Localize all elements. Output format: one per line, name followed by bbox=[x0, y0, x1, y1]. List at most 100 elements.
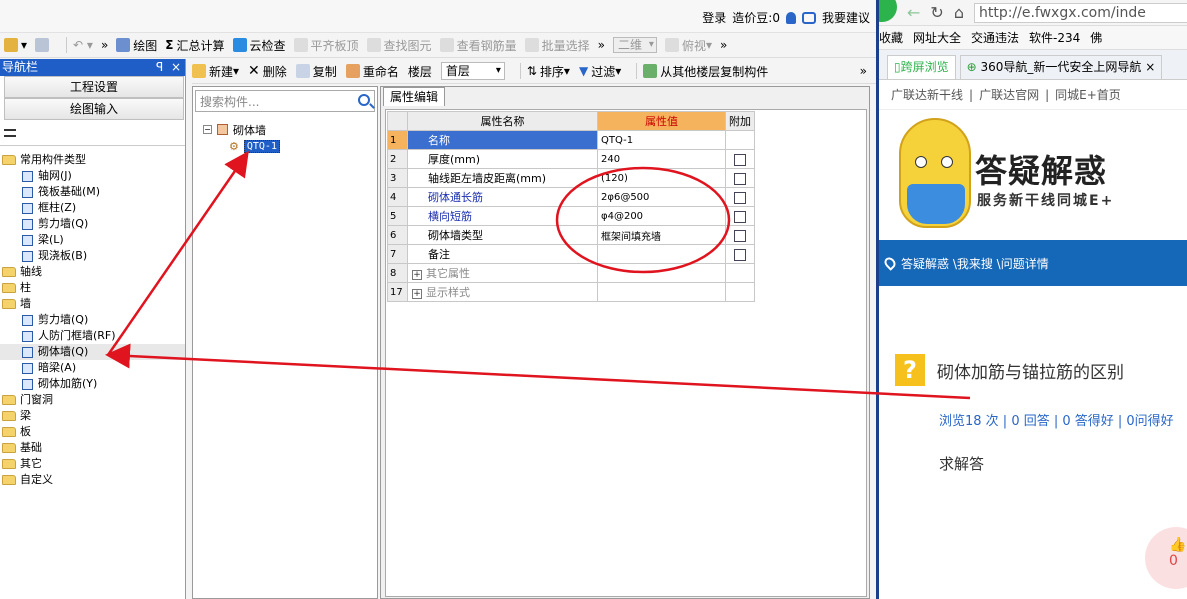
view-mode-select[interactable]: 二维 bbox=[612, 37, 657, 53]
favorite-link[interactable]: 软件-234 bbox=[1029, 29, 1080, 46]
back-icon[interactable]: ← bbox=[907, 3, 920, 22]
like-button[interactable]: 👍 0 bbox=[1145, 527, 1187, 589]
address-input[interactable]: http://e.fwxgx.com/inde bbox=[973, 2, 1187, 23]
view-angle-select[interactable]: 俯视 ▾ bbox=[664, 37, 712, 54]
tree-item[interactable]: 砌体加筋(Y) bbox=[0, 376, 185, 392]
property-row[interactable]: 5 横向短筋 φ4@200 bbox=[387, 206, 755, 226]
component-item-row[interactable]: ⚙ QTQ-1 bbox=[203, 138, 377, 155]
tree-folder[interactable]: 墙 bbox=[0, 296, 185, 312]
tree-folder[interactable]: 门窗洞 bbox=[0, 392, 185, 408]
sort-button[interactable]: ⇅ 排序 ▾ bbox=[527, 63, 570, 80]
link-gld-official[interactable]: 广联达官网 bbox=[979, 86, 1039, 103]
property-value[interactable]: 框架间填充墙 bbox=[597, 225, 726, 245]
property-row[interactable]: 3 轴线距左墙皮距离(mm) (120) bbox=[387, 168, 755, 188]
tree-folder[interactable]: 自定义 bbox=[0, 472, 185, 488]
close-icon[interactable]: × bbox=[171, 60, 181, 74]
tree-folder[interactable]: 柱 bbox=[0, 280, 185, 296]
property-row[interactable]: 6 砌体墙类型 框架间填充墙 bbox=[387, 225, 755, 245]
tree-item[interactable]: 砌体墙(Q) bbox=[0, 344, 185, 360]
tree-folder[interactable]: 常用构件类型 bbox=[0, 152, 185, 168]
property-row[interactable]: 7 备注 bbox=[387, 244, 755, 264]
tab-close-icon[interactable]: × bbox=[1145, 60, 1155, 74]
expand-icon[interactable]: + bbox=[412, 270, 422, 280]
property-value[interactable] bbox=[597, 263, 726, 283]
undo-button[interactable]: ↶ ▾ bbox=[73, 38, 93, 52]
tree-item[interactable]: 暗梁(A) bbox=[0, 360, 185, 376]
floor-select[interactable]: 首层 bbox=[440, 62, 505, 80]
tab-360-nav[interactable]: ⊕ 360导航_新一代安全上网导航 × bbox=[959, 55, 1163, 79]
property-value[interactable]: (120) bbox=[597, 168, 726, 188]
property-value[interactable]: QTQ-1 bbox=[597, 130, 726, 150]
favorite-link[interactable]: 网址大全 bbox=[913, 29, 961, 46]
find-element-button[interactable]: 查找图元 bbox=[366, 37, 432, 54]
pin-icon[interactable]: ꟼ bbox=[156, 60, 163, 74]
open-button[interactable]: ▾ bbox=[4, 38, 27, 52]
delete-button[interactable]: ✕ 删除 bbox=[248, 63, 287, 80]
property-value[interactable] bbox=[597, 282, 726, 302]
new-button[interactable]: 新建 ▾ bbox=[192, 63, 239, 80]
drawing-input-button[interactable]: 绘图输入 bbox=[4, 98, 184, 120]
property-value[interactable]: φ4@200 bbox=[597, 206, 726, 226]
draw-button[interactable]: 绘图 bbox=[116, 37, 157, 54]
collapse-all-icon[interactable] bbox=[4, 129, 16, 137]
property-value[interactable] bbox=[597, 244, 726, 264]
append-checkbox[interactable] bbox=[734, 248, 746, 261]
expand-icon[interactable]: + bbox=[412, 289, 422, 299]
filter-button[interactable]: ▼ 过滤 ▾ bbox=[579, 63, 621, 80]
project-settings-button[interactable]: 工程设置 bbox=[4, 76, 184, 98]
copy-from-floor-button[interactable]: 从其他楼层复制构件 bbox=[643, 63, 768, 80]
refresh-icon[interactable]: ↻ bbox=[930, 3, 943, 22]
breadcrumb-text[interactable]: 答疑解惑 \我来搜 \问题详情 bbox=[901, 255, 1049, 272]
cloud-check-button[interactable]: 云检查 bbox=[232, 37, 286, 54]
property-row[interactable]: 2 厚度(mm) 240 bbox=[387, 149, 755, 169]
batch-select-button[interactable]: 批量选择 bbox=[524, 37, 590, 54]
copy-button[interactable]: 复制 bbox=[295, 63, 337, 80]
component-group-row[interactable]: − 砌体墙 bbox=[203, 121, 377, 138]
append-checkbox[interactable] bbox=[734, 229, 746, 242]
favorite-link[interactable]: 佛 bbox=[1090, 29, 1102, 46]
tree-item[interactable]: 轴网(J) bbox=[0, 168, 185, 184]
tab-property-edit[interactable]: 属性编辑 bbox=[383, 87, 446, 106]
property-row[interactable]: 8 + 其它属性 bbox=[387, 263, 755, 283]
tree-item[interactable]: 梁(L) bbox=[0, 232, 185, 248]
tree-folder[interactable]: 其它 bbox=[0, 456, 185, 472]
toolbar-overflow-mid[interactable]: » bbox=[598, 38, 605, 52]
home-icon[interactable]: ⌂ bbox=[954, 3, 964, 22]
link-tongcheng[interactable]: 同城E+首页 bbox=[1055, 86, 1121, 103]
tree-folder[interactable]: 基础 bbox=[0, 440, 185, 456]
append-checkbox[interactable] bbox=[734, 153, 746, 166]
favorite-link[interactable]: 收藏 bbox=[879, 29, 903, 46]
favorite-link[interactable]: 交通违法 bbox=[971, 29, 1019, 46]
tree-folder[interactable]: 梁 bbox=[0, 408, 185, 424]
summary-button[interactable]: Σ 汇总计算 bbox=[165, 37, 224, 54]
tab-cross-screen[interactable]: ▯跨屏浏览 bbox=[887, 55, 956, 79]
bell-icon[interactable] bbox=[785, 11, 796, 24]
property-row[interactable]: 17 + 显示样式 bbox=[387, 282, 755, 302]
property-value[interactable]: 2φ6@500 bbox=[597, 187, 726, 207]
suggest-link[interactable]: 我要建议 bbox=[822, 9, 870, 26]
tree-item[interactable]: 剪力墙(Q) bbox=[0, 216, 185, 232]
link-gld-xgx[interactable]: 广联达新干线 bbox=[891, 86, 963, 103]
tree-item[interactable]: 人防门框墙(RF) bbox=[0, 328, 185, 344]
tree-folder[interactable]: 轴线 bbox=[0, 264, 185, 280]
collapse-icon[interactable]: − bbox=[203, 125, 212, 134]
append-checkbox[interactable] bbox=[734, 191, 746, 204]
search-icon[interactable] bbox=[358, 94, 370, 106]
property-row[interactable]: 1 名称 QTQ-1 bbox=[387, 130, 755, 150]
tree-folder[interactable]: 板 bbox=[0, 424, 185, 440]
tree-item[interactable]: 筏板基础(M) bbox=[0, 184, 185, 200]
flat-top-button[interactable]: 平齐板顶 bbox=[293, 37, 359, 54]
save-button[interactable] bbox=[35, 38, 52, 52]
property-value[interactable]: 240 bbox=[597, 149, 726, 169]
toolbar2-overflow[interactable]: » bbox=[860, 64, 867, 78]
append-checkbox[interactable] bbox=[734, 210, 746, 223]
tree-item[interactable]: 现浇板(B) bbox=[0, 248, 185, 264]
tree-item[interactable]: 框柱(Z) bbox=[0, 200, 185, 216]
search-input[interactable]: 搜索构件... bbox=[200, 93, 259, 110]
view-rebar-button[interactable]: 查看钢筋量 bbox=[439, 37, 517, 54]
component-search[interactable]: 搜索构件... bbox=[195, 90, 375, 112]
append-checkbox[interactable] bbox=[734, 172, 746, 185]
rename-button[interactable]: 重命名 bbox=[345, 63, 399, 80]
toolbar-overflow-left[interactable]: » bbox=[101, 38, 108, 52]
toolbar-overflow-right[interactable]: » bbox=[720, 38, 727, 52]
